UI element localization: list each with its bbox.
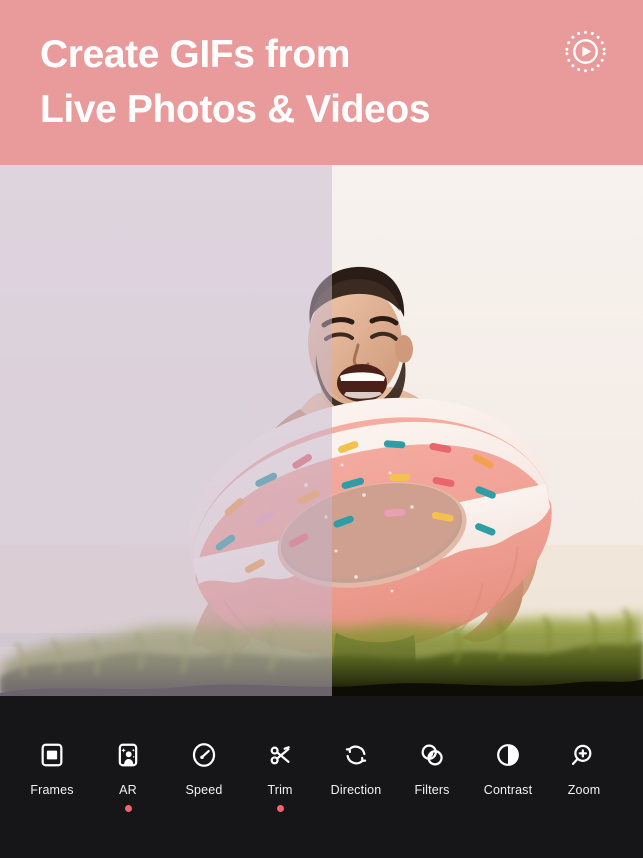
frames-icon <box>37 740 67 770</box>
tool-frames[interactable]: Frames <box>14 740 90 812</box>
tool-direction[interactable]: Direction <box>318 740 394 812</box>
tool-contrast[interactable]: Contrast <box>470 740 546 812</box>
trim-icon <box>265 740 295 770</box>
tool-trim[interactable]: Trim <box>242 740 318 812</box>
gif-editor-screen: Create GIFs from Live Photos & Videos Fr… <box>0 0 643 858</box>
speed-icon <box>189 740 219 770</box>
filter-overlay-left <box>0 165 332 696</box>
photo-preview[interactable] <box>0 165 643 696</box>
tool-speed[interactable]: Speed <box>166 740 242 812</box>
tool-zoom[interactable]: Zoom <box>546 740 622 812</box>
tool-label: Contrast <box>483 783 533 797</box>
promo-header: Create GIFs from Live Photos & Videos <box>0 0 643 165</box>
play-circle-sparkle-icon <box>563 29 608 74</box>
tool-label: Trim <box>267 783 293 797</box>
tool-indicator-dot <box>124 805 132 812</box>
contrast-icon <box>493 740 523 770</box>
ar-icon <box>113 740 143 770</box>
tool-label: Speed <box>185 783 223 797</box>
tool-label: Zoom <box>567 783 601 797</box>
filters-icon <box>417 740 447 770</box>
page-title: Create GIFs from Live Photos & Videos <box>40 33 431 131</box>
tool-indicator-dot <box>276 805 284 812</box>
direction-icon <box>341 740 371 770</box>
tool-label: AR <box>119 783 137 797</box>
tool-ar[interactable]: AR <box>90 740 166 812</box>
tool-label: Frames <box>30 783 74 797</box>
tool-label: Filters <box>414 783 450 797</box>
zoom-in-icon <box>569 740 599 770</box>
tool-label: Direction <box>330 783 382 797</box>
tool-strip[interactable]: Frames AR Speed Trim Direction Filters Contras… <box>0 696 622 858</box>
editor-toolbar: Frames AR Speed Trim Direction Filters Contras… <box>0 696 643 858</box>
tool-filters[interactable]: Filters <box>394 740 470 812</box>
